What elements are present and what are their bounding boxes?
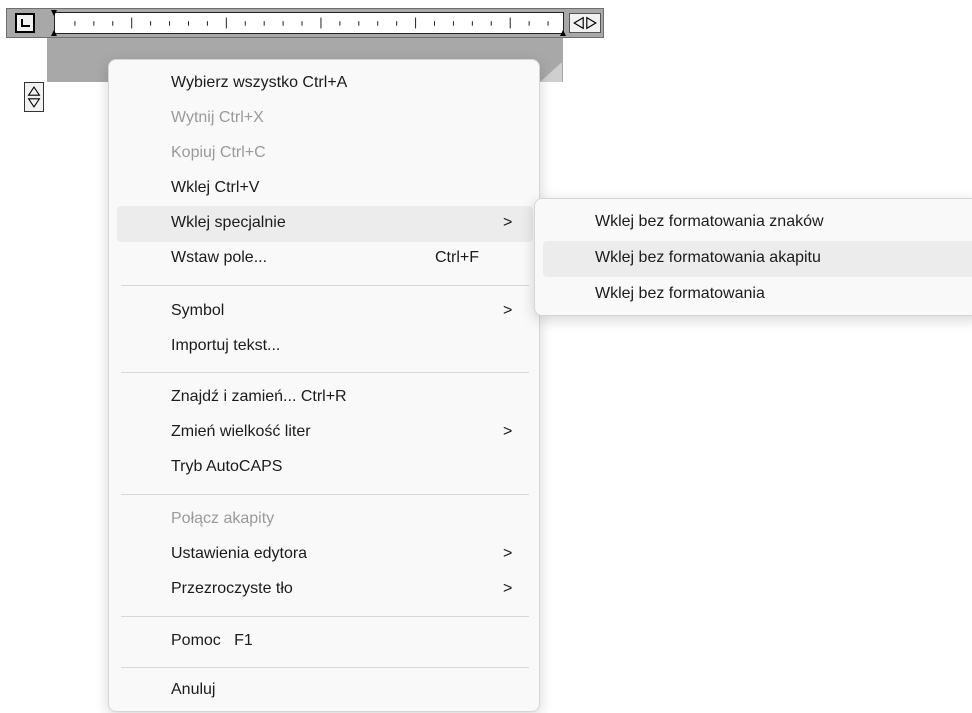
menu-item-paste-special[interactable]: Wklej specjalnie > (117, 206, 533, 242)
tab-type-icon[interactable] (15, 13, 35, 33)
menu-item-label: Wybierz wszystko Ctrl+A (171, 74, 348, 91)
ruler-track[interactable] (54, 12, 564, 34)
submenu-item-paste-without-format[interactable]: Wklej bez formatowania (543, 277, 972, 313)
menu-separator (121, 285, 529, 286)
menu-item-label: Kopiuj Ctrl+C (171, 144, 266, 161)
menu-item-change-case[interactable]: Zmień wielkość liter > (117, 415, 533, 451)
menu-item-label: Połącz akapity (171, 510, 275, 527)
menu-item-shortcut: Ctrl+F (435, 249, 479, 266)
menu-item-editor-settings[interactable]: Ustawienia edytora > (117, 537, 533, 573)
paste-special-submenu: Wklej bez formatowania znaków Wklej bez … (534, 198, 972, 316)
menu-item-label: Importuj tekst... (171, 337, 281, 354)
menu-item-label: Symbol (171, 302, 225, 319)
menu-item-label: Znajdź i zamień... Ctrl+R (171, 388, 347, 405)
menu-item-cancel[interactable]: Anuluj (117, 673, 533, 709)
menu-item-import-text[interactable]: Importuj tekst... (117, 329, 533, 365)
menu-item-cut[interactable]: Wytnij Ctrl+X (117, 101, 533, 137)
chevron-right-icon: > (503, 580, 513, 597)
right-margin-marker-icon[interactable] (559, 10, 567, 36)
menu-separator (121, 372, 529, 373)
menu-item-find-replace[interactable]: Znajdź i zamień... Ctrl+R (117, 380, 533, 416)
menu-item-background-mask[interactable]: Przezroczyste tło > (117, 572, 533, 608)
submenu-item-label: Wklej bez formatowania akapitu (595, 249, 821, 266)
menu-item-label: Wytnij Ctrl+X (171, 109, 264, 126)
menu-item-help[interactable]: Pomoc F1 (117, 624, 533, 660)
autocad-text-editor-screen: Wybierz wszystko Ctrl+A Wytnij Ctrl+X Ko… (0, 0, 972, 713)
ruler-ticks (74, 17, 549, 29)
menu-separator (121, 667, 529, 668)
menu-item-combine-paragraphs[interactable]: Połącz akapity (117, 502, 533, 538)
chevron-right-icon: > (503, 214, 513, 231)
menu-item-label: Anuluj (171, 681, 216, 698)
menu-item-label: Zmień wielkość liter (171, 423, 311, 440)
menu-item-autocaps[interactable]: Tryb AutoCAPS (117, 450, 533, 486)
menu-item-label: Przezroczyste tło (171, 580, 293, 597)
submenu-item-label: Wklej bez formatowania znaków (595, 213, 824, 230)
submenu-item-label: Wklej bez formatowania (595, 285, 765, 302)
up-down-arrows-icon[interactable] (24, 82, 44, 112)
chevron-right-icon: > (503, 545, 513, 562)
context-menu: Wybierz wszystko Ctrl+A Wytnij Ctrl+X Ko… (108, 59, 540, 712)
menu-separator (121, 616, 529, 617)
menu-item-insert-field[interactable]: Wstaw pole... Ctrl+F (117, 241, 533, 277)
indent-marker-icon[interactable] (50, 10, 58, 36)
submenu-item-paste-without-paragraph-format[interactable]: Wklej bez formatowania akapitu (543, 241, 972, 277)
menu-item-select-all[interactable]: Wybierz wszystko Ctrl+A (117, 66, 533, 102)
submenu-item-paste-without-char-format[interactable]: Wklej bez formatowania znaków (543, 205, 972, 241)
menu-item-copy[interactable]: Kopiuj Ctrl+C (117, 136, 533, 172)
menu-item-label: Ustawienia edytora (171, 545, 308, 562)
chevron-right-icon: > (503, 423, 513, 440)
menu-item-label: Wstaw pole... (171, 249, 268, 266)
menu-item-symbol[interactable]: Symbol > (117, 294, 533, 330)
text-editor-ruler (6, 8, 604, 38)
menu-separator (121, 494, 529, 495)
left-right-arrows-icon[interactable] (569, 13, 601, 33)
menu-item-label: Wklej specjalnie (171, 214, 286, 231)
menu-item-label: Tryb AutoCAPS (171, 458, 283, 475)
menu-item-paste[interactable]: Wklej Ctrl+V (117, 171, 533, 207)
chevron-right-icon: > (503, 302, 513, 319)
menu-item-label: Wklej Ctrl+V (171, 179, 260, 196)
menu-item-label: Pomoc F1 (171, 632, 253, 649)
resize-corner-icon[interactable] (540, 62, 562, 82)
